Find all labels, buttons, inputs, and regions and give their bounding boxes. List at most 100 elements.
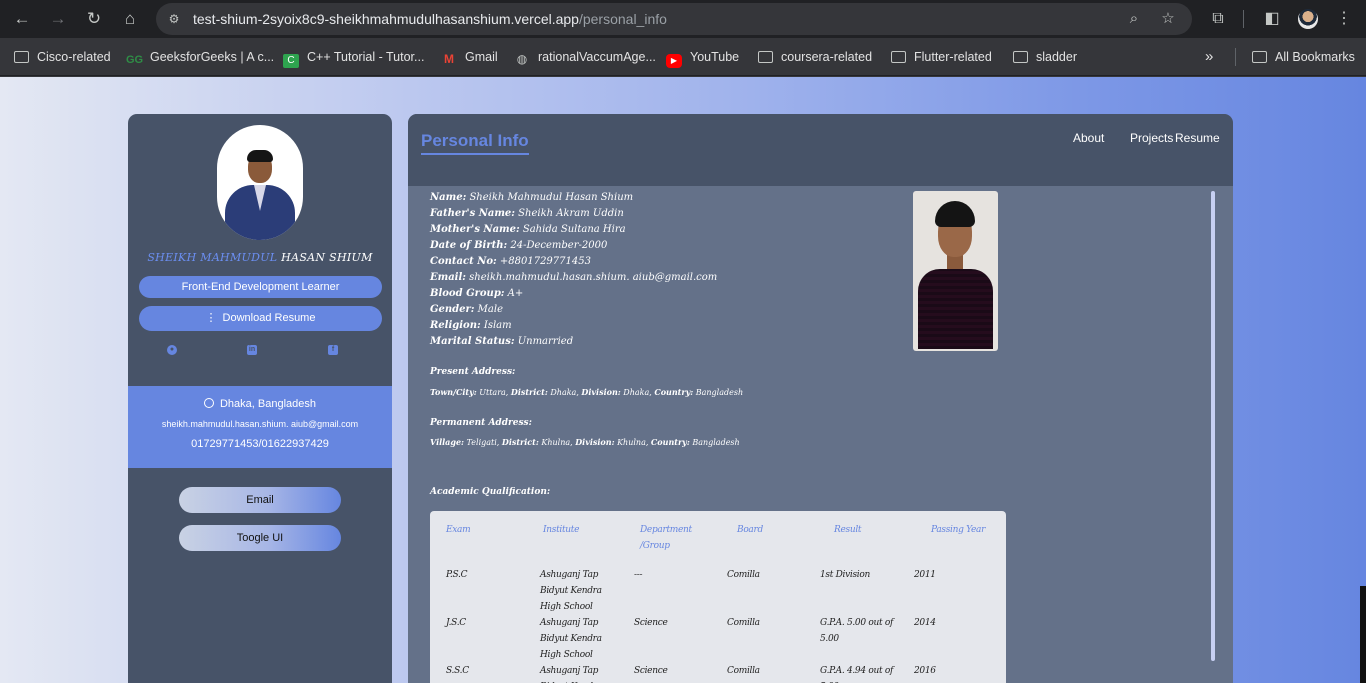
side-panel-icon[interactable]: ◧	[1261, 8, 1283, 30]
zoom-icon[interactable]: ⌕	[1125, 10, 1143, 28]
page-scrollbar[interactable]	[1360, 586, 1366, 683]
field-value: sheikh.mahmudul.hasan.shium. aiub@gmail.…	[465, 272, 718, 283]
address-label: Division:	[581, 387, 621, 397]
table-header: Result	[834, 525, 862, 535]
table-cell: Comilla	[727, 618, 760, 628]
bookmark-star-icon[interactable]: ☆	[1159, 10, 1177, 28]
email-button[interactable]: Email	[179, 487, 341, 513]
linkedin-icon[interactable]: in	[247, 345, 257, 355]
all-bookmarks-button[interactable]: All Bookmarks	[1252, 48, 1355, 66]
table-header: Department /Group	[640, 525, 692, 551]
table-cell: Ashuganj Tap Bidyut Kendra High School	[540, 570, 602, 612]
bookmark-flutter-related[interactable]: Flutter-related	[891, 48, 992, 66]
table-cell: Ashuganj Tap Bidyut Kendra High School	[540, 618, 602, 660]
address-label: Town/City:	[430, 387, 477, 397]
info-marital-status: Marital Status: Unmarried	[430, 336, 573, 347]
table-cell: Science	[634, 666, 668, 676]
forward-arrow-icon[interactable]: →	[47, 8, 69, 30]
field-label: Religion:	[430, 320, 481, 331]
bookmark-youtube[interactable]: ▶ YouTube	[666, 48, 739, 68]
download-resume-button[interactable]: ⋮ Download Resume	[139, 306, 382, 331]
field-value: Unmarried	[514, 336, 574, 347]
field-value: Sheikh Mahmudul Hasan Shium	[466, 192, 634, 203]
table-cell: 2014	[914, 618, 936, 628]
field-label: Contact No:	[430, 256, 497, 267]
bookmark-cpp-tutorial[interactable]: C C++ Tutorial - Tutor...	[283, 48, 425, 68]
toggle-ui-button[interactable]: Toogle UI	[179, 525, 341, 551]
location-text: Dhaka, Bangladesh	[219, 398, 316, 410]
home-icon[interactable]: ⌂	[119, 8, 141, 30]
download-resume-label: Download Resume	[222, 312, 316, 324]
table-cell: Ashuganj Tap Bidyut Kendra High School	[540, 666, 602, 683]
table-cell: G.P.A. 5.00 out of 5.00	[820, 618, 893, 644]
youtube-icon: ▶	[666, 54, 682, 68]
panel-scrollbar[interactable]	[1211, 191, 1215, 661]
field-label: Blood Group:	[430, 288, 505, 299]
bookmarks-bar: Cisco-related GG GeeksforGeeks | A c... C…	[0, 38, 1366, 76]
back-arrow-icon[interactable]: ←	[11, 8, 33, 30]
field-label: Date of Birth:	[430, 240, 508, 251]
gmail-icon: M	[444, 52, 454, 66]
table-cell: 1st Division	[820, 570, 870, 580]
table-cell: Comilla	[727, 666, 760, 676]
bookmark-gmail[interactable]: M Gmail	[441, 48, 498, 66]
url-host: test-shium-2syoix8c9-sheikhmahmudulhasan…	[193, 11, 579, 27]
field-label: Marital Status:	[430, 336, 515, 347]
address-bar[interactable]: ⚙ test-shium-2syoix8c9-sheikhmahmudulhas…	[156, 3, 1192, 35]
field-value: A+	[504, 288, 524, 299]
info-contact-no: Contact No: +8801729771453	[430, 256, 591, 267]
table-cell: 2016	[914, 666, 936, 676]
folder-icon	[1252, 51, 1267, 63]
nav-projects[interactable]: Projects	[1130, 131, 1173, 145]
url-path: /personal_info	[578, 11, 667, 27]
profile-name-highlight: SHEIKH MAHMUDUL	[147, 251, 278, 264]
url-text[interactable]: test-shium-2syoix8c9-sheikhmahmudulhasan…	[193, 11, 667, 27]
field-value: +8801729771453	[496, 256, 591, 267]
nav-about[interactable]: About	[1073, 131, 1104, 145]
bookmark-label: C++ Tutorial - Tutor...	[307, 50, 425, 64]
bookmarks-overflow-button[interactable]: »	[1205, 48, 1213, 66]
table-header: Passing Year	[931, 525, 986, 535]
menu-kebab-icon[interactable]: ⋮	[1333, 8, 1355, 30]
table-cell: ---	[634, 570, 643, 580]
profile-avatar[interactable]	[1298, 9, 1318, 29]
reload-icon[interactable]: ↻	[83, 8, 105, 30]
bookmark-label: Flutter-related	[914, 50, 992, 64]
facebook-icon[interactable]: f	[328, 345, 338, 355]
extensions-icon[interactable]: ⧉	[1207, 8, 1229, 30]
academic-qualification-title: Academic Qualification:	[430, 487, 551, 497]
table-header: Exam	[446, 525, 471, 535]
field-label: Email:	[430, 272, 466, 283]
address-value: Bangladesh	[693, 388, 744, 397]
contact-phones: 01729771453/01622937429	[191, 438, 329, 450]
bookmark-label: Gmail	[465, 50, 498, 64]
location: Dhaka, Bangladesh	[128, 398, 392, 410]
bookmark-rationalvaccumage[interactable]: ◍ rationalVaccumAge...	[514, 48, 656, 66]
contact-block: Dhaka, Bangladesh sheikh.mahmudul.hasan.…	[128, 386, 392, 468]
bookmark-label: GeeksforGeeks | A c...	[150, 50, 275, 64]
info-email: Email: sheikh.mahmudul.hasan.shium. aiub…	[430, 272, 717, 283]
info-mother-name: Mother's Name: Sahida Sultana Hira	[430, 224, 626, 235]
table-header: Institute	[543, 525, 580, 535]
field-label: Father's Name:	[430, 208, 515, 219]
site-info-icon[interactable]: ⚙	[166, 11, 182, 27]
bookmark-sladder[interactable]: sladder	[1013, 48, 1077, 66]
field-label: Mother's Name:	[430, 224, 520, 235]
panel-header: Personal Info About Projects Resume	[408, 114, 1233, 186]
globe-icon: ◍	[516, 52, 528, 66]
profile-photo	[217, 125, 303, 240]
table-cell: Science	[634, 618, 668, 628]
field-value: Islam	[480, 320, 512, 331]
github-icon[interactable]: ●	[167, 345, 177, 355]
field-value: Male	[474, 304, 503, 315]
nav-resume[interactable]: Resume	[1175, 131, 1220, 145]
address-label: Country:	[650, 437, 690, 447]
bookmark-geeksforgeeks[interactable]: GG GeeksforGeeks | A c...	[126, 48, 274, 66]
profile-sidebar: SHEIKH MAHMUDUL HASAN SHIUM Front-End De…	[128, 114, 392, 683]
address-value: Khulna,	[538, 438, 576, 447]
passport-photo	[913, 191, 998, 351]
address-label: Village:	[430, 437, 465, 447]
folder-icon	[1013, 51, 1028, 63]
bookmark-cisco-related[interactable]: Cisco-related	[14, 48, 111, 66]
bookmark-coursera-related[interactable]: coursera-related	[758, 48, 872, 66]
